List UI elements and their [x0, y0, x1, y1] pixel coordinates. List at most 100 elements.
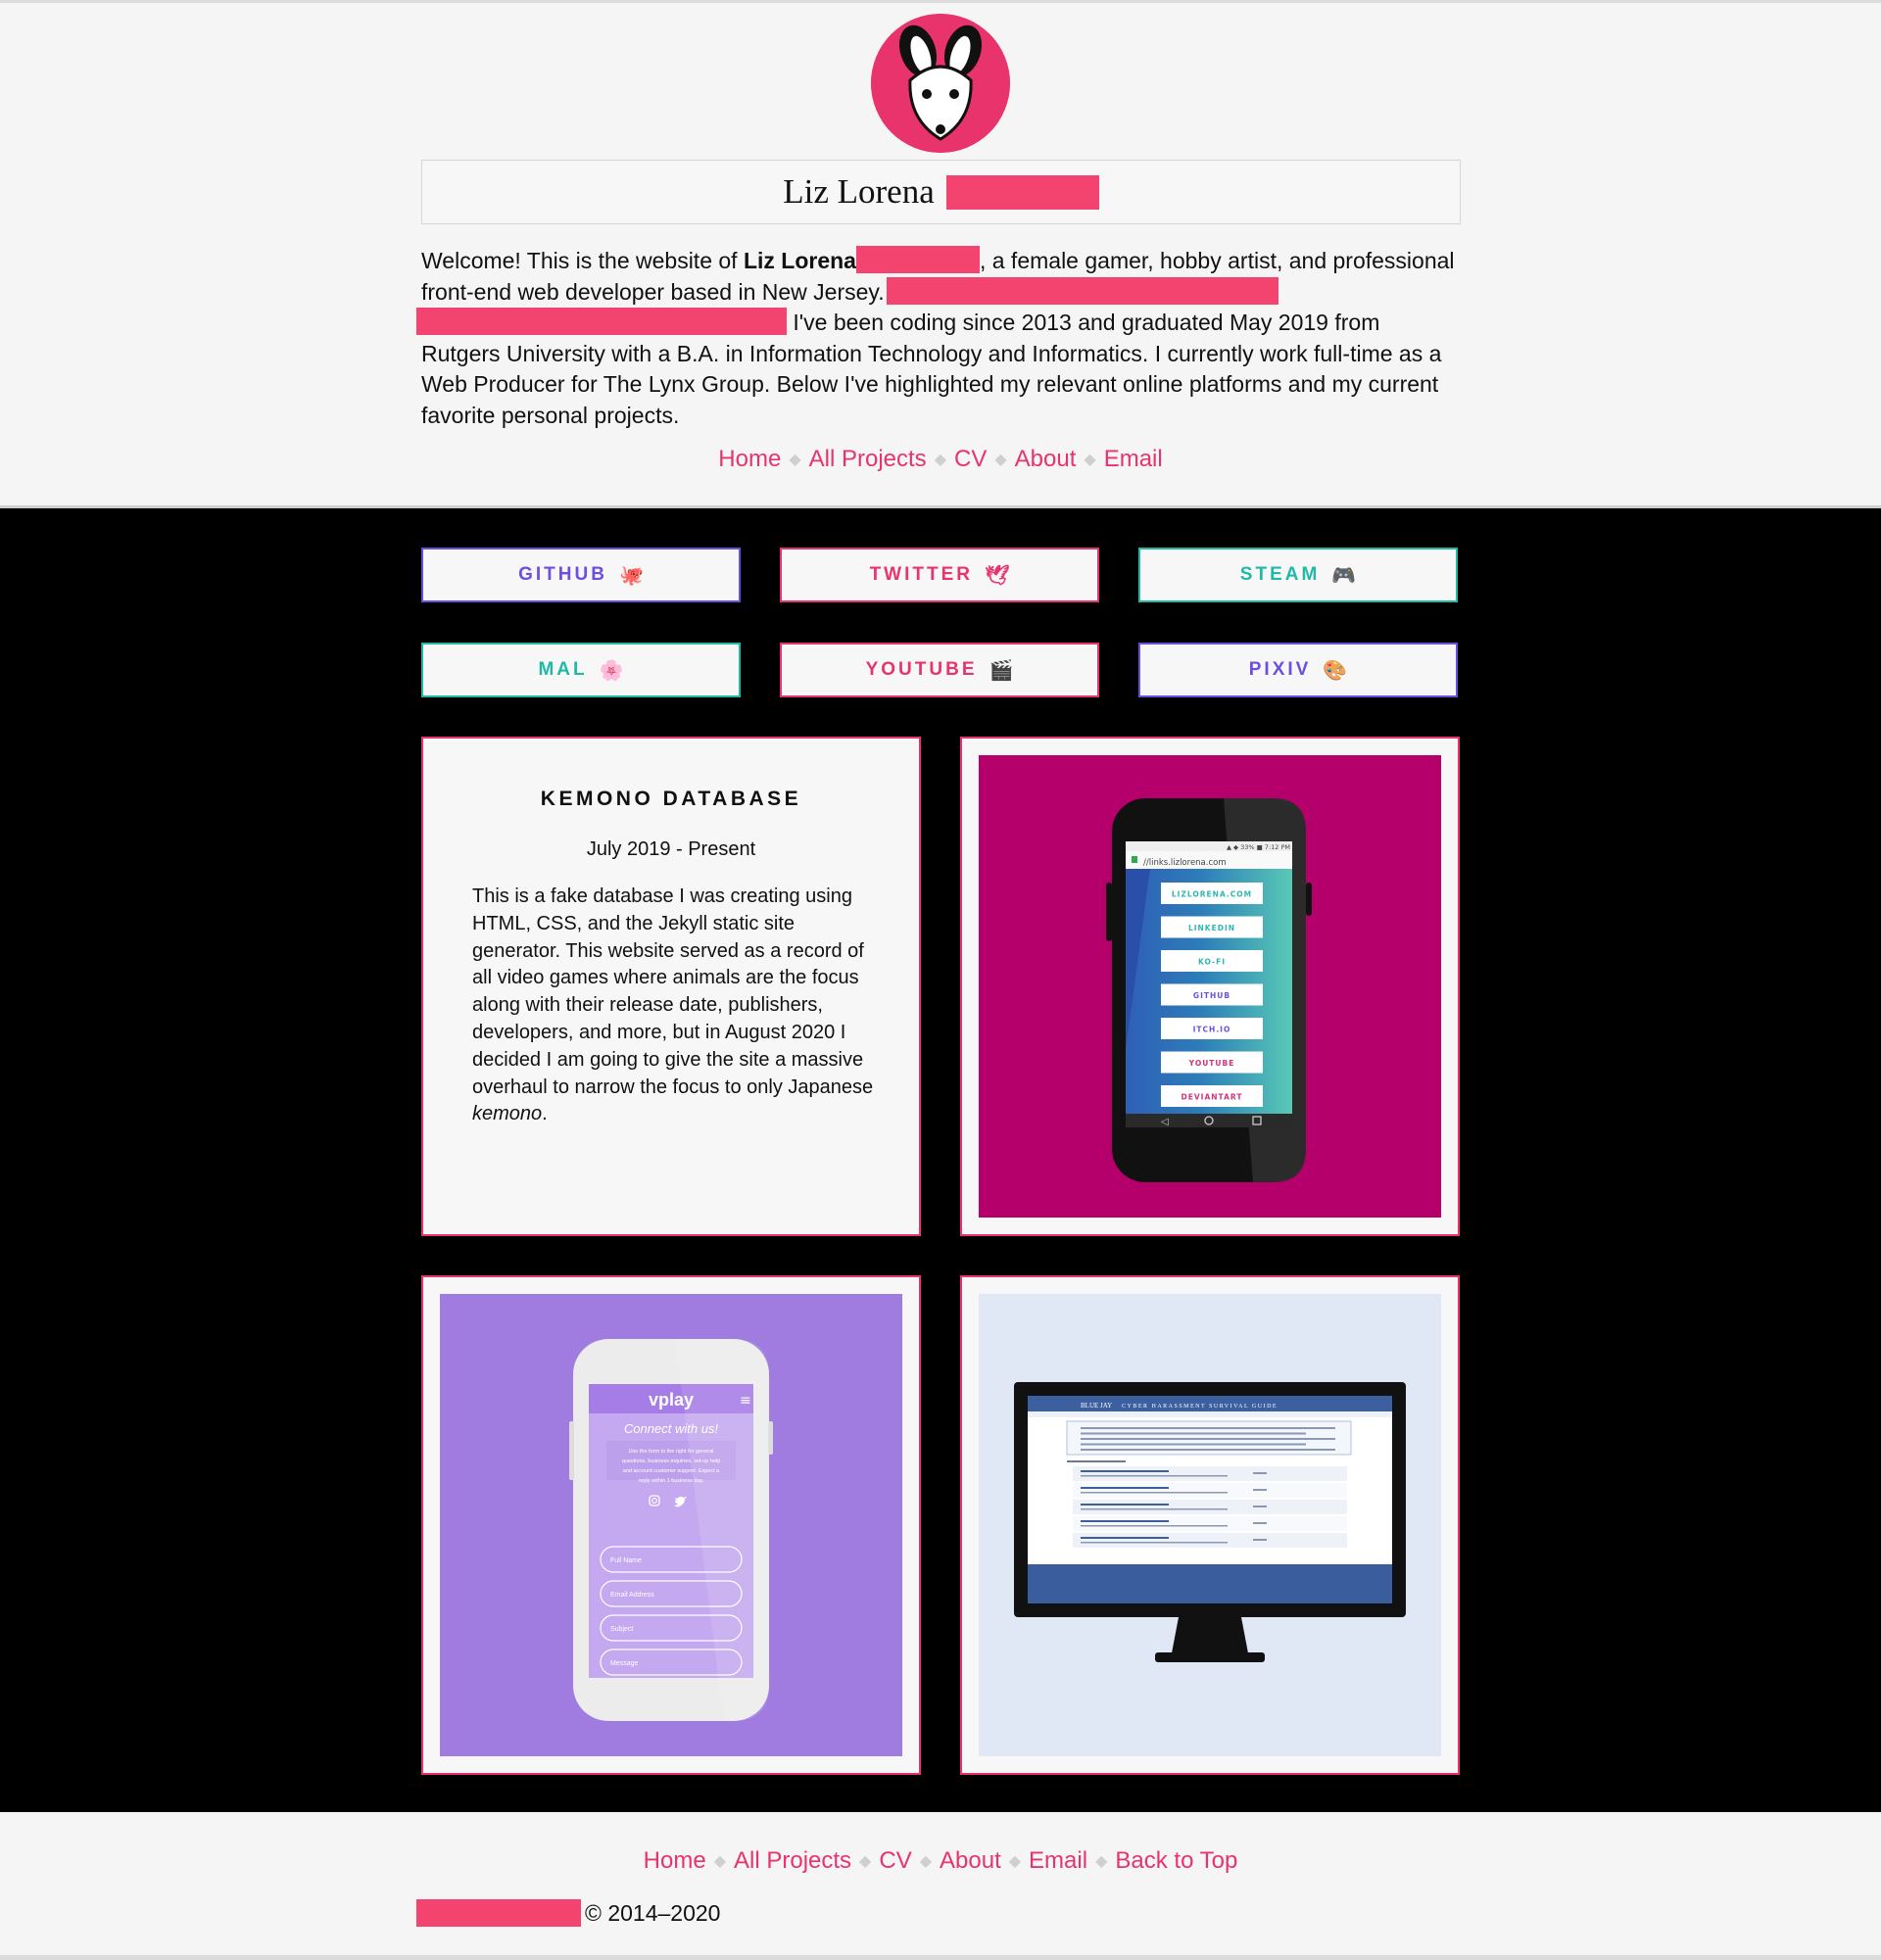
footer-nav-all-projects[interactable]: All Projects — [734, 1847, 851, 1874]
github-button[interactable]: GITHUB 🐙 — [421, 548, 741, 602]
nav-diamond-separator: ◆ — [1084, 452, 1096, 468]
bluejay-text-line — [1081, 1432, 1306, 1435]
vplay-screenshot: vplay ≡ Connect with us! Use the form to… — [440, 1294, 902, 1756]
bluejay-text-line — [1081, 1525, 1228, 1527]
avatar[interactable] — [871, 14, 1010, 153]
bluejay-text-line — [1073, 1483, 1347, 1498]
bluejay-text-line — [1081, 1449, 1335, 1451]
bluejay-text-line — [1081, 1487, 1169, 1489]
intro-welcome: Welcome! This is the website of — [421, 248, 744, 273]
nav-cv[interactable]: CV — [954, 446, 987, 472]
phone-link-label: YOUTUBE — [1188, 1059, 1235, 1068]
bluejay-text-line — [1081, 1492, 1228, 1494]
bluejay-text-line — [1081, 1427, 1335, 1429]
bluejay-text-line — [1253, 1522, 1267, 1524]
site-title: Liz Lorena — [783, 172, 935, 211]
twitter-label: TWITTER — [869, 564, 974, 585]
project-card-links[interactable]: ▲ ◆ 33% ■ 7:12 PM //links.lizlorena.com … — [960, 737, 1460, 1236]
project-description-end: . — [542, 1103, 548, 1125]
pixiv-label: PIXIV — [1248, 659, 1312, 680]
project-description-italic: kemono — [472, 1103, 543, 1125]
vplay-field-placeholder: Full Name — [610, 1557, 642, 1564]
header-nav: Home ◆ All Projects ◆ CV ◆ About ◆ Email — [0, 446, 1881, 473]
bluejay-title: BLUE JAY — [1081, 1402, 1112, 1410]
footer-nav-home[interactable]: Home — [644, 1847, 706, 1874]
nav-diamond-separator: ◆ — [713, 1853, 726, 1870]
links-screenshot: ▲ ◆ 33% ■ 7:12 PM //links.lizlorena.com … — [979, 755, 1441, 1218]
footer-nav-about[interactable]: About — [940, 1847, 1001, 1874]
nav-about[interactable]: About — [1015, 446, 1077, 472]
bluejay-text-line — [1081, 1537, 1169, 1539]
mal-button[interactable]: MAL 🌸 — [421, 643, 741, 697]
phone-url-bar: //links.lizlorena.com — [1143, 858, 1227, 868]
site-title-box: Liz Lorena — [421, 160, 1461, 224]
bluejay-text-line — [1081, 1504, 1169, 1506]
nav-diamond-separator: ◆ — [934, 452, 946, 468]
footer-nav: Home ◆ All Projects ◆ CV ◆ About ◆ Email ◆ Back to… — [0, 1847, 1881, 1875]
nav-diamond-separator: ◆ — [789, 452, 801, 468]
octopus-icon: 🐙 — [618, 564, 644, 587]
project-description: This is a fake database I was creating u… — [472, 884, 874, 1128]
nav-home[interactable]: Home — [718, 446, 781, 472]
phone-link-label: GITHUB — [1193, 991, 1230, 1000]
redacted-text-1 — [886, 276, 1278, 305]
bluejay-text-line — [1253, 1489, 1267, 1491]
youtube-button[interactable]: YOUTUBE 🎬 — [780, 643, 1099, 697]
pixiv-button[interactable]: PIXIV 🎨 — [1138, 643, 1458, 697]
bird-icon: 🕊 — [985, 564, 1010, 587]
bluejay-subtitle: CYBER HARASSMENT SURVIVAL GUIDE — [1122, 1404, 1278, 1410]
clapperboard-icon: 🎬 — [989, 659, 1014, 682]
gamepad-icon: 🎮 — [1331, 564, 1357, 587]
bluejay-text-line — [1073, 1516, 1347, 1531]
bluejay-text-line — [1073, 1533, 1347, 1548]
nav-diamond-separator: ◆ — [994, 452, 1007, 468]
main-content: GITHUB 🐙 TWITTER 🕊 STEAM 🎮 MAL 🌸 YOUTUBE 🎬 PI… — [0, 508, 1881, 1812]
phone-status-bar: ▲ ◆ 33% ■ 7:12 PM — [1227, 843, 1290, 851]
blossom-icon: 🌸 — [599, 659, 624, 682]
bluejay-screenshot: BLUE JAY CYBER HARASSMENT SURVIVAL GUIDE — [979, 1294, 1441, 1756]
github-label: GITHUB — [518, 564, 607, 585]
site-header: Liz Lorena Welcome! This is the website … — [0, 3, 1881, 507]
phone-link-label: ITCH.IO — [1193, 1026, 1231, 1034]
bluejay-text-line — [1081, 1443, 1306, 1446]
palette-icon: 🎨 — [1323, 659, 1348, 682]
bluejay-text-line — [1253, 1472, 1267, 1474]
project-card-vplay[interactable]: vplay ≡ Connect with us! Use the form to… — [421, 1275, 921, 1775]
project-date: July 2019 - Present — [586, 838, 756, 860]
nav-diamond-separator: ◆ — [859, 1853, 872, 1870]
nav-diamond-separator: ◆ — [919, 1853, 933, 1870]
footer-nav-back-to-top[interactable]: Back to Top — [1115, 1847, 1237, 1874]
phone-link-label: LIZLORENA.COM — [1172, 890, 1252, 899]
footer-nav-cv[interactable]: CV — [879, 1847, 911, 1874]
project-card-bluejay[interactable]: BLUE JAY CYBER HARASSMENT SURVIVAL GUIDE — [960, 1275, 1460, 1775]
phone-link-label: LINKEDIN — [1188, 924, 1235, 932]
copyright-text: © 2014–2020 — [585, 1899, 721, 1926]
phone-mockup-image: ▲ ◆ 33% ■ 7:12 PM //links.lizlorena.com … — [1106, 798, 1312, 1182]
vplay-field-placeholder: Subject — [610, 1626, 633, 1633]
project-card-kemono[interactable]: KEMONO DATABASE July 2019 - Present This… — [421, 737, 921, 1236]
nav-email[interactable]: Email — [1104, 446, 1163, 472]
project-title: KEMONO DATABASE — [540, 788, 802, 810]
redacted-surname — [945, 174, 1099, 210]
svg-text:◁: ◁ — [1161, 1117, 1169, 1127]
bottom-border — [0, 1955, 1881, 1960]
bluejay-text-line — [1081, 1470, 1169, 1472]
nav-diamond-separator: ◆ — [1095, 1853, 1108, 1870]
steam-button[interactable]: STEAM 🎮 — [1138, 548, 1458, 602]
mouse-logo-icon — [871, 14, 1010, 153]
redacted-surname-inline — [855, 246, 980, 273]
intro-paragraph: Welcome! This is the website of Liz Lore… — [416, 246, 1461, 431]
steam-label: STEAM — [1239, 564, 1321, 585]
bluejay-text-line — [1081, 1520, 1169, 1522]
redacted-name — [416, 1899, 581, 1927]
site-footer: Home ◆ All Projects ◆ CV ◆ About ◆ Email ◆ Back to… — [0, 1812, 1881, 1960]
bluejay-text-line — [1081, 1508, 1228, 1510]
bluejay-text-line — [1081, 1475, 1228, 1477]
bluejay-text-line — [1073, 1466, 1347, 1481]
footer-nav-email[interactable]: Email — [1029, 1847, 1087, 1874]
intro-name: Liz Lorena — [743, 248, 856, 273]
project-description-text: This is a fake database I was creating u… — [472, 885, 874, 1098]
redacted-text-2 — [416, 308, 787, 335]
nav-all-projects[interactable]: All Projects — [809, 446, 927, 472]
twitter-button[interactable]: TWITTER 🕊 — [780, 548, 1099, 602]
